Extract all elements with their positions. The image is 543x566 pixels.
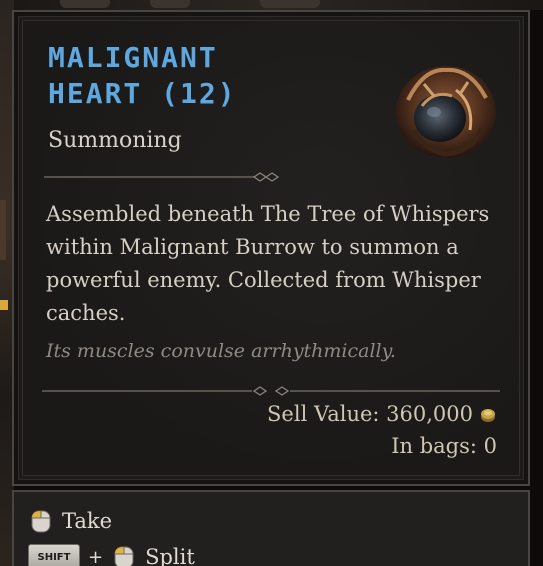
item-flavor-text: Its muscles convulse arrhythmically. — [46, 340, 396, 362]
item-title-line2: Heart (12) — [48, 77, 237, 110]
item-title: Malignant Heart (12) — [48, 40, 348, 112]
background-top-detail — [150, 0, 190, 8]
section-divider — [44, 172, 284, 182]
mouse-left-click-icon — [28, 508, 54, 534]
background-left-detail — [0, 200, 6, 260]
background-left-highlight — [0, 300, 8, 310]
action-hints-panel: Take SHIFT + Split — [12, 490, 530, 566]
section-divider — [42, 386, 500, 396]
background-top-detail — [260, 0, 320, 8]
item-description: Assembled beneath The Tree of Whispers w… — [46, 202, 490, 325]
item-title-line1: Malignant — [48, 41, 218, 74]
sell-value: Sell Value: 360,000 — [267, 402, 497, 426]
item-type: Summoning — [48, 128, 182, 153]
take-label: Take — [62, 509, 113, 533]
plus-sign: + — [88, 546, 104, 566]
malignant-heart-icon — [394, 60, 498, 160]
split-label: Split — [145, 545, 195, 566]
background-top-detail — [60, 0, 110, 8]
split-action[interactable]: SHIFT + Split — [28, 544, 195, 566]
take-action[interactable]: Take — [28, 508, 112, 534]
sell-value-label: Sell Value: 360,000 — [267, 402, 473, 426]
mouse-left-click-icon — [111, 544, 137, 566]
gold-coin-icon — [479, 405, 497, 423]
in-bags-count: In bags: 0 — [391, 434, 497, 458]
shift-key-icon: SHIFT — [28, 544, 80, 566]
